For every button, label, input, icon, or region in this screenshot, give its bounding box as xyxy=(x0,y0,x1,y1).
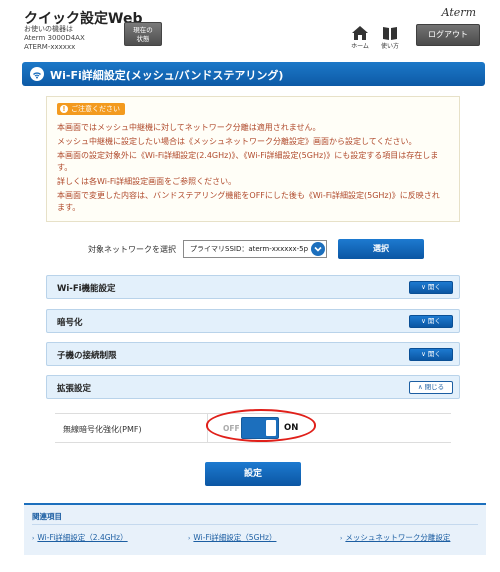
divider xyxy=(32,524,478,525)
network-select-value: プライマリSSID：aterm-xxxxxx-5p xyxy=(190,245,309,253)
home-button[interactable]: ホーム xyxy=(347,26,373,52)
device-model: Aterm 3000D4AX xyxy=(24,34,85,42)
highlight-ring xyxy=(206,409,316,442)
chevron-down-icon: ∨ xyxy=(421,283,426,291)
related-links-panel: 関連項目 › Wi-Fi詳細設定（2.4GHz） › Wi-Fi詳細設定（5GHz）… xyxy=(24,503,486,555)
section-label: Wi-Fi機能設定 xyxy=(57,284,116,294)
arrow-right-icon: › xyxy=(32,535,35,542)
collapse-button[interactable]: ∧ 閉じる xyxy=(409,381,453,394)
device-info-label: お使いの機器は xyxy=(24,25,73,33)
notice-badge: ! ご注意ください xyxy=(57,103,125,115)
status-button-line2: 状態 xyxy=(136,35,150,43)
notice-line: 詳しくは各Wi-Fi詳細設定画面をご参照ください。 xyxy=(57,177,237,186)
expand-button-label: 開く xyxy=(427,317,441,325)
notice-line: す。 xyxy=(57,163,73,172)
network-select-label: 対象ネットワークを選択 xyxy=(88,245,176,254)
expand-button[interactable]: ∨ 開く xyxy=(409,315,453,328)
arrow-right-icon: › xyxy=(340,535,343,542)
pmf-label: 無線暗号化強化(PMF) xyxy=(63,425,142,434)
section-label: 拡張設定 xyxy=(57,384,92,394)
arrow-right-icon: › xyxy=(188,535,191,542)
chevron-down-icon: ∨ xyxy=(421,350,426,358)
notice-line: ます。 xyxy=(57,203,81,212)
section-label: 暗号化 xyxy=(57,318,83,328)
notice-line: 本画面ではメッシュ中継機に対してネットワーク分離は適用されません。 xyxy=(57,123,321,132)
section-advanced[interactable]: 拡張設定 ∧ 閉じる xyxy=(46,375,460,399)
chevron-up-icon: ∧ xyxy=(417,383,423,391)
related-link-label: Wi-Fi詳細設定（5GHz） xyxy=(193,533,277,542)
chevron-down-icon: ∨ xyxy=(421,317,426,325)
section-label: 子機の接続制限 xyxy=(57,351,117,361)
notice-box: ! ご注意ください 本画面ではメッシュ中継機に対してネットワーク分離は適用されま… xyxy=(46,96,460,222)
submit-button[interactable]: 設定 xyxy=(205,462,301,486)
expand-button-label: 開く xyxy=(427,283,441,291)
help-button[interactable]: 使い方 xyxy=(377,26,403,52)
header: クイック設定Web お使いの機器は Aterm 3000D4AX ATERM-x… xyxy=(0,0,500,56)
current-status-button[interactable]: 現在の 状態 xyxy=(124,22,162,46)
expand-button[interactable]: ∨ 開く xyxy=(409,281,453,294)
expand-button[interactable]: ∨ 開く xyxy=(409,348,453,361)
related-link-label: メッシュネットワーク分離設定 xyxy=(345,533,451,542)
help-label: 使い方 xyxy=(380,43,399,50)
notice-line: 本画面の設定対象外に《Wi-Fi詳細設定(2.4GHz)》、《Wi-Fi詳細設定… xyxy=(57,151,439,160)
notice-line: メッシュ中継機に設定したい場合は《メッシュネットワーク分離設定》画面から設定して… xyxy=(57,137,417,146)
related-link-wifi-24ghz[interactable]: › Wi-Fi詳細設定（2.4GHz） xyxy=(32,532,128,543)
home-label: ホーム xyxy=(351,43,369,50)
select-button[interactable]: 選択 xyxy=(338,239,424,259)
network-select[interactable]: プライマリSSID：aterm-xxxxxx-5p xyxy=(183,240,327,258)
chevron-down-icon xyxy=(311,242,325,256)
collapse-button-label: 閉じる xyxy=(424,383,445,391)
notice-line: 本画面で変更した内容は、バンドステアリング機能をOFFにした後も《Wi-Fi詳細… xyxy=(57,191,440,200)
section-encryption[interactable]: 暗号化 ∨ 開く xyxy=(46,309,460,333)
wifi-icon xyxy=(30,67,44,81)
notice-badge-label: ご注意ください xyxy=(71,105,120,113)
device-ssid: ATERM-xxxxxx xyxy=(24,43,76,51)
related-link-mesh-isolation[interactable]: › メッシュネットワーク分離設定 xyxy=(340,532,450,543)
section-wifi-function[interactable]: Wi-Fi機能設定 ∨ 開く xyxy=(46,275,460,299)
related-link-label: Wi-Fi詳細設定（2.4GHz） xyxy=(37,533,128,542)
alert-icon: ! xyxy=(60,105,68,113)
logout-button[interactable]: ログアウト xyxy=(416,24,480,46)
home-icon xyxy=(352,26,368,40)
related-link-wifi-5ghz[interactable]: › Wi-Fi詳細設定（5GHz） xyxy=(188,532,276,543)
related-title: 関連項目 xyxy=(32,512,62,521)
brand-logo: Aterm xyxy=(441,6,476,19)
page-title-bar: Wi-Fi詳細設定(メッシュ/バンドステアリング) xyxy=(22,62,485,86)
book-icon xyxy=(383,27,397,40)
status-button-line1: 現在の xyxy=(133,26,153,34)
expand-button-label: 開く xyxy=(427,350,441,358)
page-title: Wi-Fi詳細設定(メッシュ/バンドステアリング) xyxy=(50,69,284,82)
section-client-restriction[interactable]: 子機の接続制限 ∨ 開く xyxy=(46,342,460,366)
